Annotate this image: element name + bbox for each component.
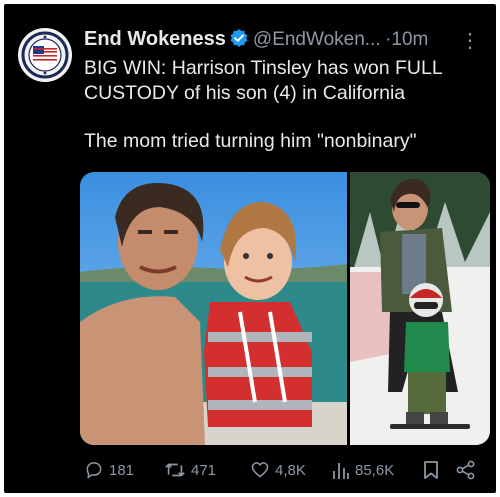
views-button[interactable]: 85,6K	[332, 458, 394, 482]
action-bar: 181 471 4,8K 85,6K	[80, 458, 490, 482]
post-card: End Wokeness @EndWoken... ·10m ⋮ BIG WIN:…	[4, 4, 496, 493]
bookmark-icon	[424, 461, 438, 479]
repost-count: 471	[191, 461, 217, 479]
like-count: 4,8K	[275, 461, 306, 479]
reply-button[interactable]: 181	[84, 458, 134, 482]
post-text: BIG WIN: Harrison Tinsley has won FULL C…	[84, 56, 484, 154]
post-header: End Wokeness @EndWoken... ·10m ⋮	[84, 28, 486, 54]
avatar[interactable]	[18, 28, 72, 82]
repost-icon	[165, 463, 185, 477]
share-icon	[456, 460, 475, 480]
views-count: 85,6K	[355, 461, 395, 479]
views-chart-icon	[333, 463, 349, 479]
post-text-line1: BIG WIN: Harrison Tinsley has won FULL C…	[84, 57, 442, 104]
post-text-line2: The mom tried turning him "nonbinary"	[84, 130, 417, 152]
reply-icon	[86, 462, 102, 479]
author-handle[interactable]: @EndWoken...	[253, 29, 381, 50]
photo-father-son-snow[interactable]	[350, 172, 490, 445]
more-dots-icon[interactable]: ⋮	[460, 28, 480, 53]
bookmark-button[interactable]	[422, 458, 445, 482]
share-button[interactable]	[456, 458, 481, 482]
photo-father-son-boat[interactable]	[80, 172, 347, 445]
post-time[interactable]: 10m	[391, 29, 428, 50]
end-wokeness-logo	[19, 29, 71, 81]
repost-button[interactable]: 471	[164, 458, 216, 482]
like-button[interactable]: 4,8K	[250, 458, 306, 482]
media-grid	[80, 172, 490, 445]
heart-icon	[251, 462, 269, 478]
verified-badge-icon	[229, 28, 249, 53]
author-name[interactable]: End Wokeness	[84, 28, 226, 50]
reply-count: 181	[109, 461, 135, 479]
